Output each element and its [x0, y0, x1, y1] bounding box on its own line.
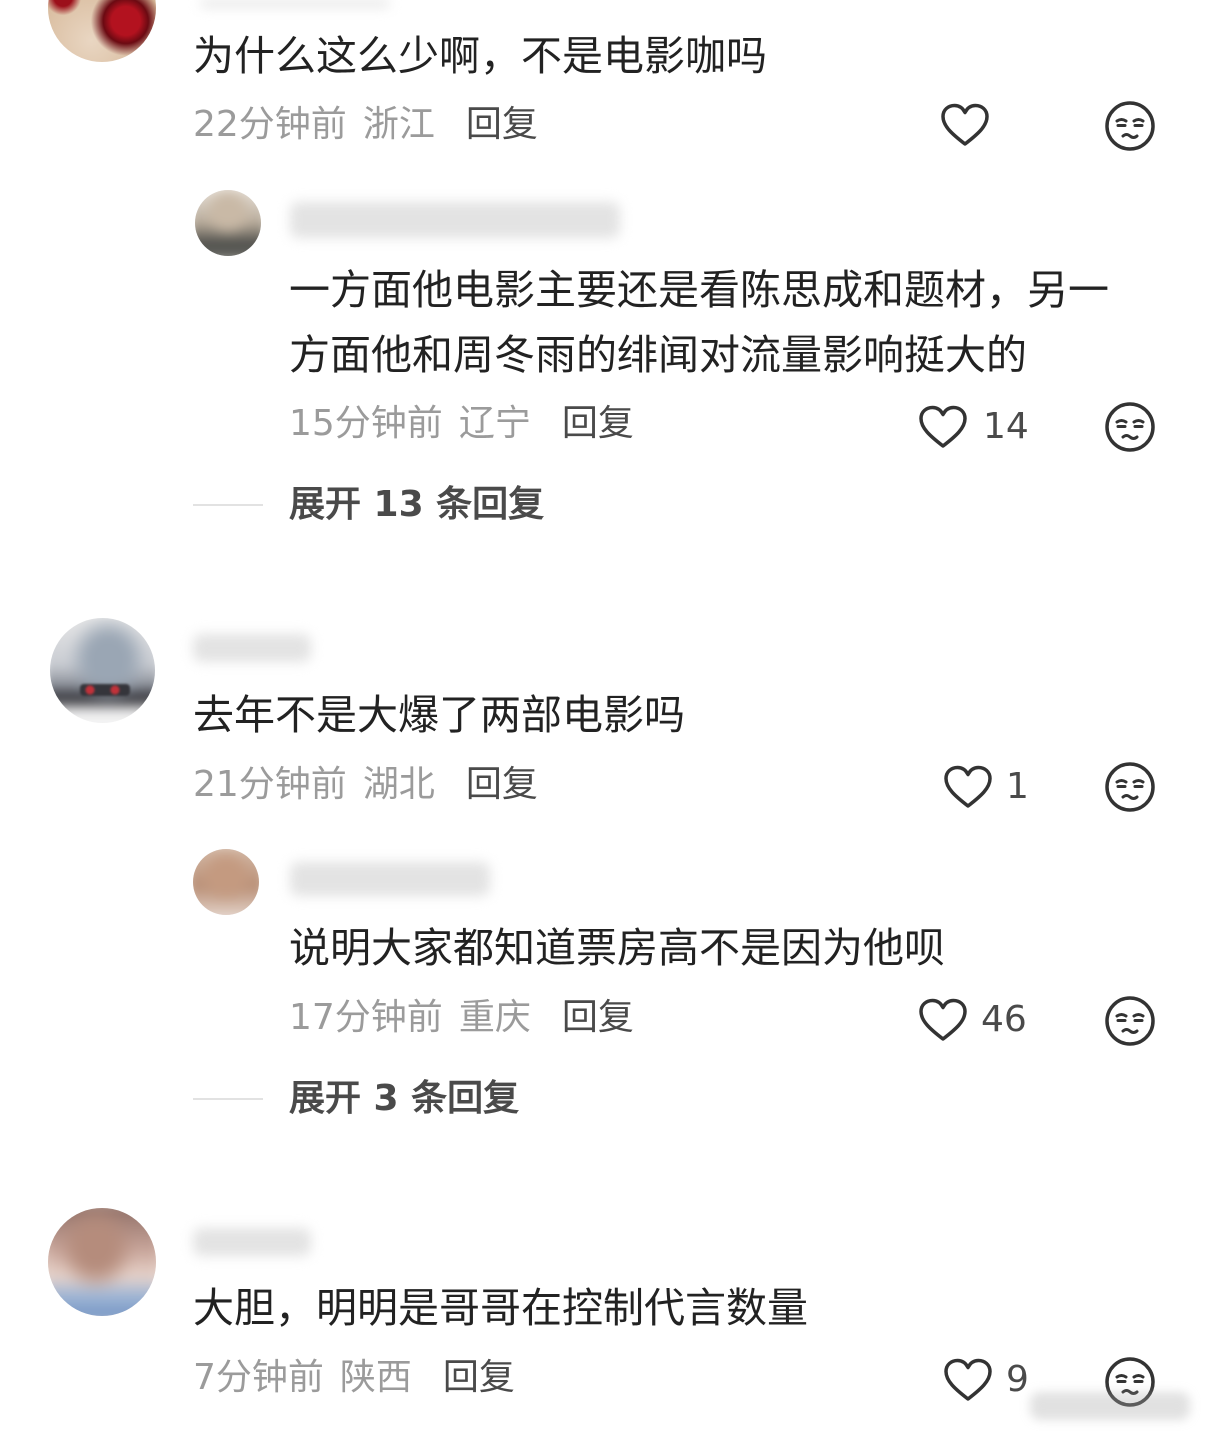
expand-replies-button[interactable]: 展开 3 条回复 [289, 1077, 519, 1121]
redacted-username[interactable] [200, 0, 390, 7]
expand-replies-button[interactable]: 展开 13 条回复 [289, 483, 544, 527]
expand-divider [193, 1098, 263, 1100]
dislike-button[interactable] [1104, 100, 1156, 152]
dislike-button[interactable] [1104, 401, 1156, 453]
comment-text: 大胆，明明是哥哥在控制代言数量 [193, 1284, 808, 1332]
comment-text: 去年不是大爆了两部电影吗 [193, 691, 685, 739]
avatar-image [48, 0, 156, 62]
dislike-face-icon [1104, 401, 1156, 453]
comment-time: 22分钟前 [193, 104, 347, 145]
like-button[interactable] [918, 998, 968, 1042]
heart-outline-icon [943, 1358, 993, 1402]
dislike-face-icon [1104, 995, 1156, 1047]
reply-button[interactable]: 回复 [466, 103, 538, 147]
comment-location: 浙江 [362, 104, 435, 145]
comment-location: 湖北 [362, 764, 435, 805]
like-count: 9 [1006, 1359, 1029, 1400]
redacted-username[interactable] [193, 634, 311, 662]
redacted-username[interactable] [193, 1228, 311, 1256]
redacted-username[interactable] [290, 202, 620, 238]
like-button[interactable] [943, 1358, 993, 1402]
avatar-image [193, 849, 259, 915]
reply-meta: 15分钟前 辽宁 回复 [289, 402, 634, 446]
avatar-image [50, 618, 155, 723]
comment-meta: 7分钟前 陕西 回复 [193, 1356, 515, 1400]
reply-button[interactable]: 回复 [562, 996, 634, 1040]
comment-meta: 22分钟前 浙江 回复 [193, 103, 538, 147]
reply-button[interactable]: 回复 [443, 1356, 515, 1400]
dislike-button[interactable] [1104, 995, 1156, 1047]
avatar-image [48, 1208, 156, 1316]
reply-text: 一方面他电影主要还是看陈思成和题材，另一方面他和周冬雨的绯闻对流量影响挺大的 [289, 266, 1109, 379]
reply-time: 15分钟前 [289, 403, 443, 444]
avatar-image [195, 190, 261, 256]
like-count: 14 [983, 406, 1029, 447]
comment-time: 21分钟前 [193, 764, 347, 805]
like-button[interactable] [943, 765, 993, 809]
watermark [1030, 1392, 1190, 1420]
dislike-face-icon [1104, 100, 1156, 152]
reply-button[interactable]: 回复 [562, 402, 634, 446]
avatar[interactable] [50, 618, 155, 723]
comment-location: 陕西 [339, 1357, 412, 1398]
comment-meta: 21分钟前 湖北 回复 [193, 763, 538, 807]
redacted-username[interactable] [290, 862, 490, 896]
avatar[interactable] [195, 190, 261, 256]
expand-divider [193, 504, 263, 506]
avatar[interactable] [48, 1208, 156, 1316]
heart-outline-icon [918, 405, 968, 449]
reply-time: 17分钟前 [289, 997, 443, 1038]
comment-text: 为什么这么少啊，不是电影咖吗 [193, 32, 767, 80]
avatar-detail [80, 684, 130, 696]
like-button[interactable] [940, 103, 990, 147]
reply-location: 辽宁 [458, 403, 531, 444]
reply-meta: 17分钟前 重庆 回复 [289, 996, 634, 1040]
like-count: 46 [981, 999, 1027, 1040]
avatar[interactable] [193, 849, 259, 915]
comment-time: 7分钟前 [193, 1357, 324, 1398]
heart-outline-icon [918, 998, 968, 1042]
reply-location: 重庆 [458, 997, 531, 1038]
heart-outline-icon [943, 765, 993, 809]
dislike-face-icon [1104, 761, 1156, 813]
reply-text: 说明大家都知道票房高不是因为他呗 [289, 924, 945, 972]
like-button[interactable] [918, 405, 968, 449]
reply-button[interactable]: 回复 [466, 763, 538, 807]
avatar[interactable] [48, 0, 156, 62]
like-count: 1 [1006, 766, 1029, 807]
dislike-button[interactable] [1104, 761, 1156, 813]
heart-outline-icon [940, 103, 990, 147]
